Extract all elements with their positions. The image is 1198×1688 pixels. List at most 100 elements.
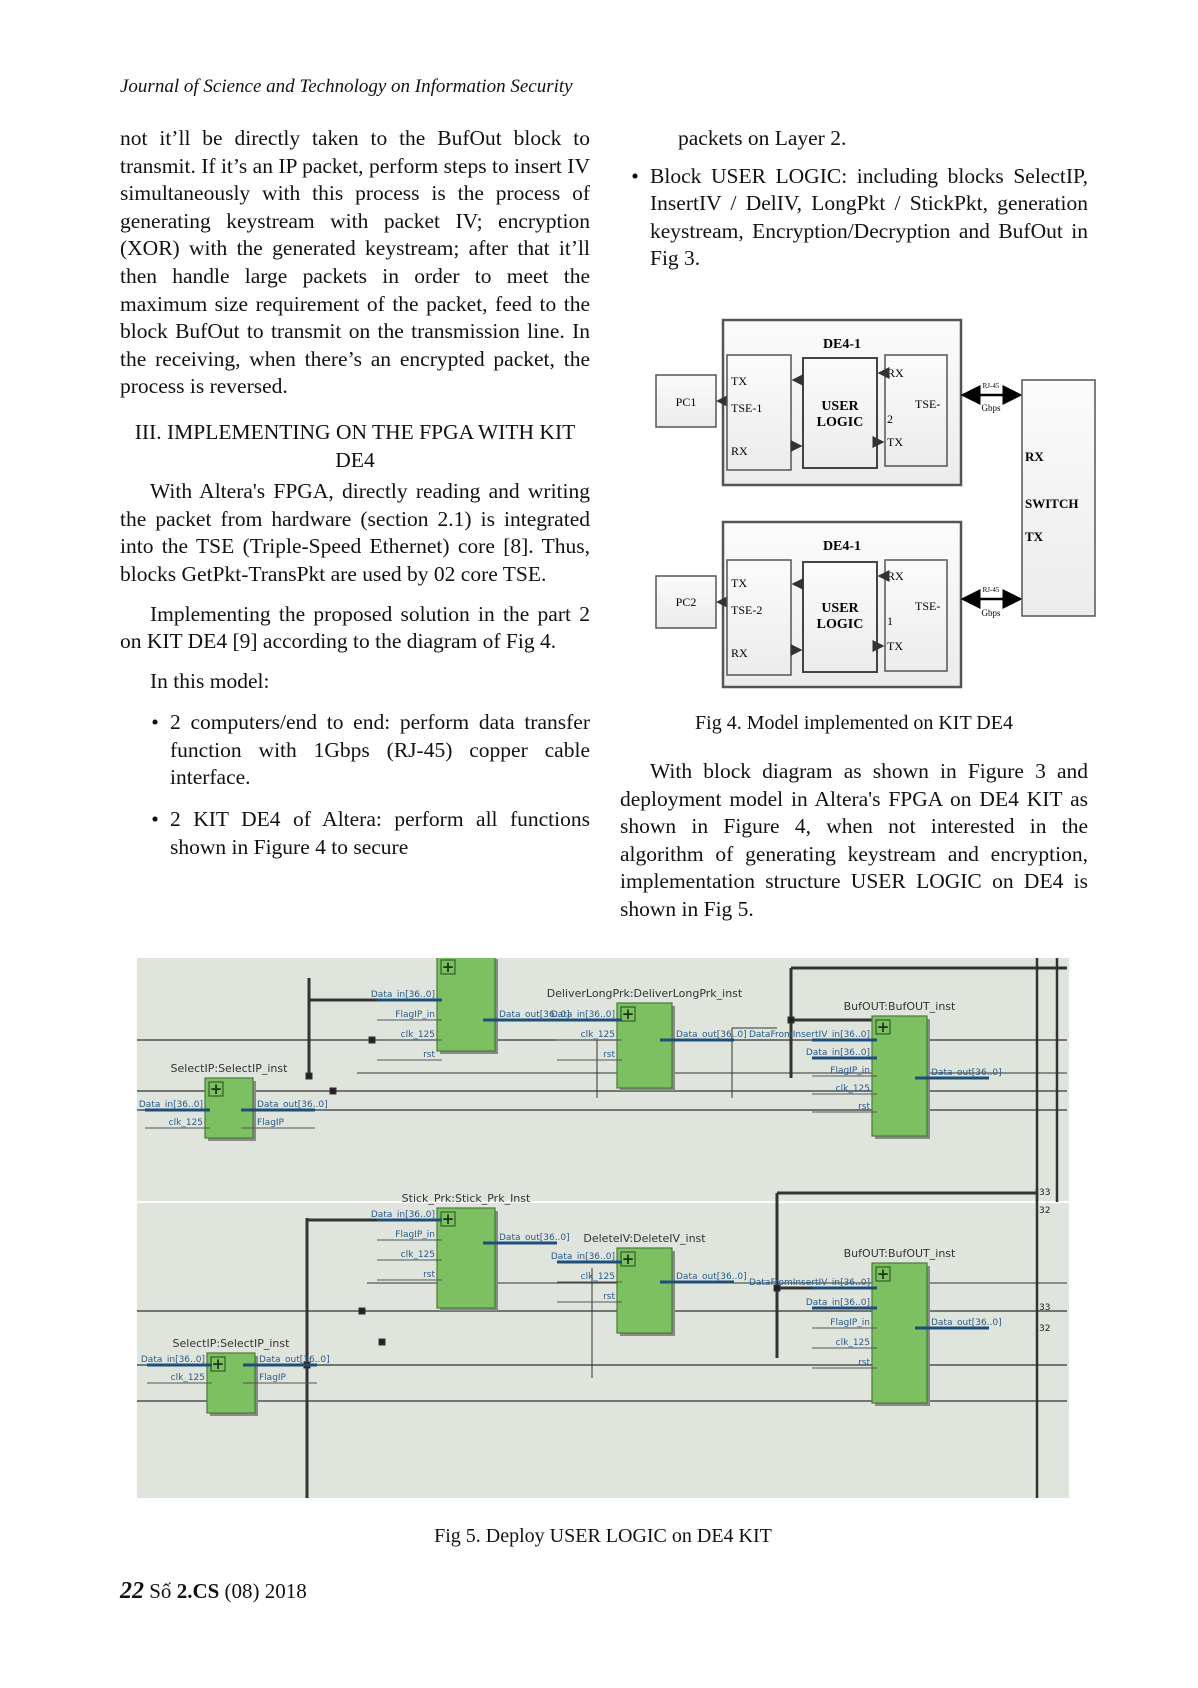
paragraph: With Altera's FPGA, directly reading and… [120, 479, 590, 586]
figure-5-caption: Fig 5. Deploy USER LOGIC on DE4 KIT [434, 1525, 772, 1547]
junction [329, 1087, 337, 1095]
figure-4-network-diagram: DE4-1 PC1 RJ-45 Gbps TX TSE-1 RX USER LO… [655, 318, 1096, 689]
bullet-item: • 2 computers/end to end: perform data t… [120, 709, 590, 792]
port-label: clk_125 [581, 1030, 615, 1040]
svg-text:RX: RX [1025, 449, 1044, 464]
expand-icon[interactable]: + [212, 1355, 225, 1373]
pc-label: PC2 [676, 595, 697, 609]
section-heading: III. IMPLEMENTING ON THE FPGA WITH KIT D… [134, 419, 576, 472]
port-label: clk_125 [581, 1272, 615, 1282]
port-label: clk_125 [836, 1338, 870, 1348]
svg-text:RJ-45: RJ-45 [983, 382, 1000, 390]
port-label: clk_125 [401, 1250, 435, 1260]
svg-text:USER: USER [821, 399, 859, 414]
left-column: not it’ll be directly taken to the BufOu… [120, 125, 590, 861]
svg-text:Gbps: Gbps [981, 608, 1000, 618]
board-label: DE4-1 [823, 539, 861, 554]
svg-text:RX: RX [887, 366, 904, 380]
svg-text:Gbps: Gbps [981, 403, 1000, 413]
port-label: clk_125 [171, 1373, 205, 1383]
page-number: 22 [120, 1578, 144, 1604]
board-label: DE4-1 [823, 337, 861, 352]
junction [378, 1338, 386, 1346]
svg-text:RX: RX [731, 646, 748, 660]
bus-label: 33 [1039, 1303, 1050, 1313]
bullet-icon: • [151, 807, 159, 832]
svg-text:TX: TX [731, 374, 747, 388]
figure-5-schematic: InsertIV:InsertIV_inst+Data_in[36..0]Fla… [137, 958, 1069, 1498]
svg-text:1: 1 [887, 614, 893, 628]
junction [368, 1036, 376, 1044]
bullet-item: • 2 KIT DE4 of Altera: perform all funct… [120, 806, 590, 861]
expand-icon[interactable]: + [210, 1080, 223, 1098]
svg-text:TX: TX [1025, 529, 1044, 544]
svg-text:SWITCH: SWITCH [1025, 496, 1078, 511]
port-label: rst [603, 1050, 615, 1060]
expand-icon[interactable]: + [622, 1005, 635, 1023]
port-label: clk_125 [401, 1030, 435, 1040]
block-title: SelectIP:SelectIP_inst [171, 1062, 289, 1075]
bullet-icon: • [631, 163, 639, 188]
svg-text:USER: USER [821, 601, 859, 616]
junction [305, 1072, 313, 1080]
svg-text:2: 2 [887, 412, 893, 426]
port-label: rst [423, 1270, 435, 1280]
svg-text:RX: RX [731, 444, 748, 458]
block-title: Stick_Prk:Stick_Prk_Inst [402, 1192, 531, 1205]
port-label: FlagIP_in [830, 1318, 870, 1328]
expand-icon[interactable]: + [622, 1250, 635, 1268]
port-label: FlagIP_in [395, 1230, 435, 1240]
running-title: Journal of Science and Technology on Inf… [120, 76, 573, 97]
svg-text:LOGIC: LOGIC [817, 415, 864, 430]
svg-text:RX: RX [887, 569, 904, 583]
expand-icon[interactable]: + [877, 1265, 890, 1283]
paragraph: Implementing the proposed solution in th… [120, 601, 590, 654]
junction [358, 1307, 366, 1315]
port-label: FlagIP_in [395, 1010, 435, 1020]
port-label: rst [423, 1050, 435, 1060]
svg-text:RJ-45: RJ-45 [983, 586, 1000, 594]
paragraph: With block diagram as shown in Figure 3 … [620, 759, 1088, 921]
expand-icon[interactable]: + [442, 1210, 455, 1228]
paragraph: packets on Layer 2. [678, 126, 847, 150]
paragraph: In this model: [150, 668, 270, 693]
port-label: FlagIP [259, 1373, 287, 1383]
port-label: rst [858, 1358, 870, 1368]
svg-text:TSE-: TSE- [915, 397, 940, 411]
junction [787, 1016, 795, 1024]
port-label: clk_125 [169, 1118, 203, 1128]
block-title: BufOUT:BufOUT_inst [844, 1247, 956, 1260]
svg-text:TSE-1: TSE-1 [731, 401, 762, 415]
bullet-item: • Block USER LOGIC: including blocks Sel… [620, 163, 1088, 273]
page-footer: 22 Số 2.CS (08) 2018 [120, 1578, 307, 1604]
port-label: FlagIP [257, 1118, 285, 1128]
expand-icon[interactable]: + [877, 1018, 890, 1036]
issue: 2.CS [176, 1579, 220, 1603]
svg-text:TX: TX [731, 576, 747, 590]
port-label: rst [858, 1102, 870, 1112]
bullet-icon: • [151, 710, 159, 735]
block-title: DeliverLongPrk:DeliverLongPrk_inst [547, 987, 743, 1000]
figure-4-caption: Fig 4. Model implemented on KIT DE4 [695, 712, 1013, 734]
bus-label: 33 [1039, 1188, 1050, 1198]
svg-text:TX: TX [887, 639, 903, 653]
svg-text:TX: TX [887, 435, 903, 449]
port-label: clk_125 [836, 1084, 870, 1094]
switch-box: RX SWITCH TX [1021, 379, 1096, 617]
block-title: BufOUT:BufOUT_inst [844, 1000, 956, 1013]
expand-icon[interactable]: + [442, 958, 455, 976]
bus-label: 32 [1039, 1324, 1050, 1334]
block-title: SelectIP:SelectIP_inst [173, 1337, 291, 1350]
pc-label: PC1 [676, 395, 697, 409]
block-title: DeleteIV:DeleteIV_inst [583, 1232, 706, 1245]
paragraph: not it’ll be directly taken to the BufOu… [120, 126, 590, 399]
bus-label: 32 [1039, 1206, 1050, 1216]
de4-board-bottom: DE4-1 PC2 RJ-45 Gbps TX TSE-2 RX USER LO… [655, 520, 963, 689]
de4-board-top: DE4-1 PC1 RJ-45 Gbps TX TSE-1 RX USER LO… [655, 318, 963, 487]
port-label: rst [603, 1292, 615, 1302]
svg-text:TSE-2: TSE-2 [731, 603, 762, 617]
port-label: FlagIP_in [830, 1066, 870, 1076]
svg-text:TSE-: TSE- [915, 599, 940, 613]
svg-text:LOGIC: LOGIC [817, 617, 864, 632]
right-column: packets on Layer 2. • Block USER LOGIC: … [620, 125, 1088, 273]
